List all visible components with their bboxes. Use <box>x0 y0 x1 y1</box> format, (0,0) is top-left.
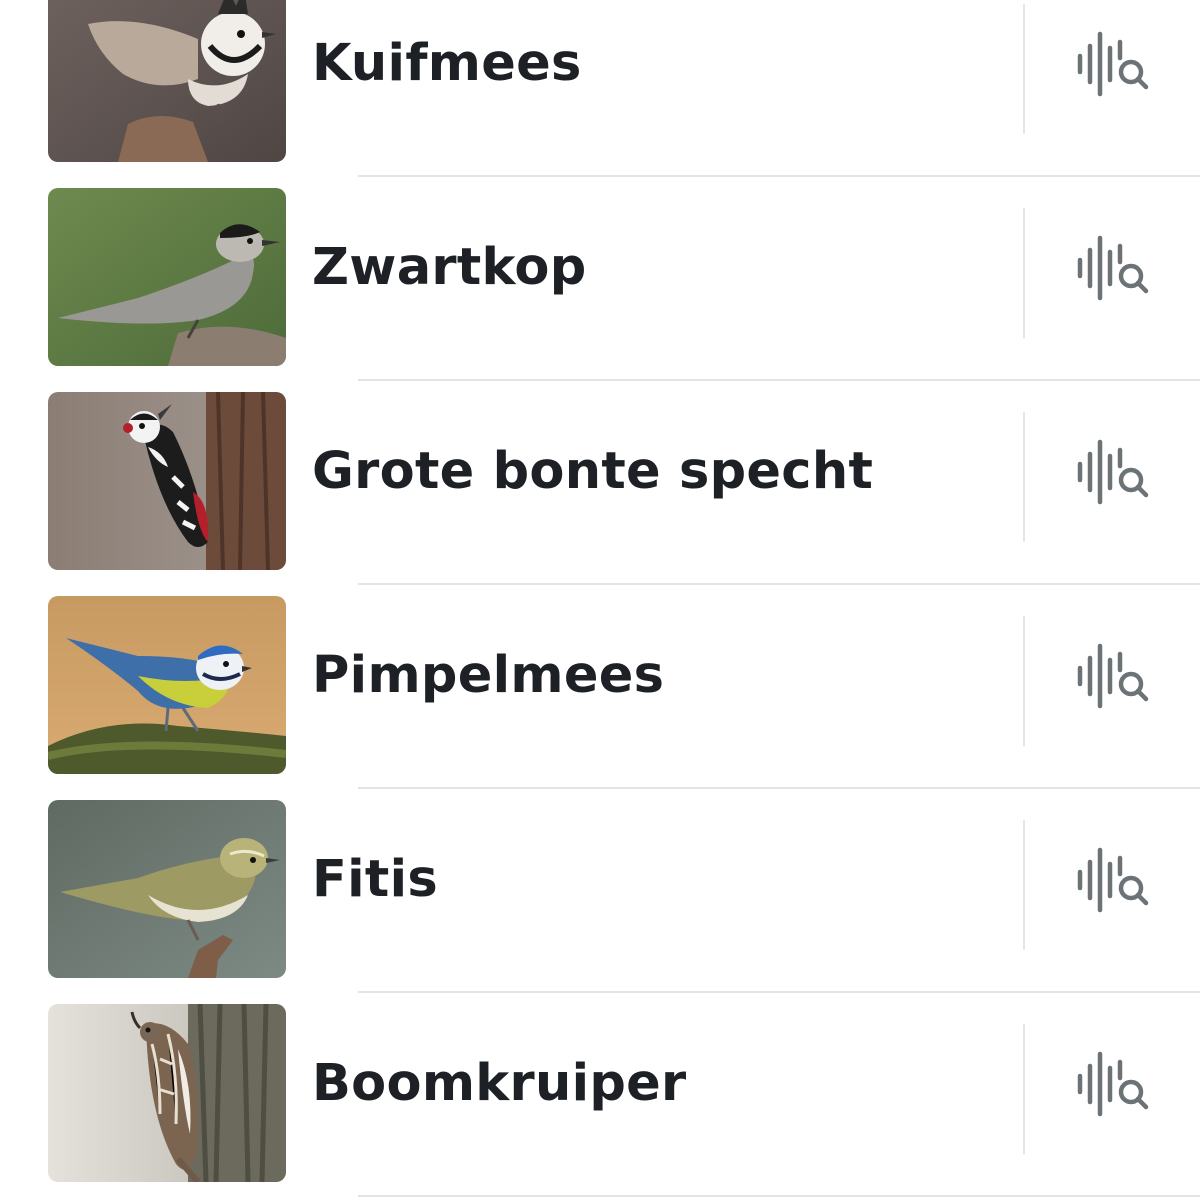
bird-photo-kuifmees <box>48 0 286 162</box>
sound-search-button[interactable] <box>1068 838 1158 928</box>
sound-search-icon <box>1068 1042 1158 1132</box>
divider <box>1023 820 1025 950</box>
bird-name: Kuifmees <box>312 34 582 93</box>
divider <box>1023 616 1025 746</box>
bird-name: Boomkruiper <box>312 1054 687 1113</box>
sound-search-icon <box>1068 634 1158 724</box>
divider <box>1023 208 1025 338</box>
bird-photo-grote-bonte-specht <box>48 392 286 570</box>
sound-search-icon <box>1068 22 1158 112</box>
list-item[interactable]: Grote bonte specht <box>0 392 1200 596</box>
sound-search-button[interactable] <box>1068 1042 1158 1132</box>
list-item[interactable]: Boomkruiper <box>0 1004 1200 1200</box>
bird-photo-boomkruiper <box>48 1004 286 1182</box>
sound-search-icon <box>1068 430 1158 520</box>
row-separator <box>358 379 1200 381</box>
bird-species-list: Kuifmees Zwartkop Grote bonte specht Pim… <box>0 0 1200 1200</box>
bird-name: Zwartkop <box>312 238 587 297</box>
bird-photo-fitis <box>48 800 286 978</box>
row-separator <box>358 1195 1200 1197</box>
sound-search-button[interactable] <box>1068 634 1158 724</box>
divider <box>1023 4 1025 134</box>
list-item[interactable]: Zwartkop <box>0 188 1200 392</box>
sound-search-button[interactable] <box>1068 430 1158 520</box>
list-item[interactable]: Pimpelmees <box>0 596 1200 800</box>
list-item[interactable]: Kuifmees <box>0 0 1200 188</box>
bird-photo-zwartkop <box>48 188 286 366</box>
bird-name: Pimpelmees <box>312 646 665 705</box>
row-separator <box>358 175 1200 177</box>
bird-name: Fitis <box>312 850 439 909</box>
sound-search-icon <box>1068 226 1158 316</box>
sound-search-button[interactable] <box>1068 22 1158 112</box>
divider <box>1023 412 1025 542</box>
bird-photo-pimpelmees <box>48 596 286 774</box>
row-separator <box>358 787 1200 789</box>
row-separator <box>358 991 1200 993</box>
sound-search-icon <box>1068 838 1158 928</box>
row-separator <box>358 583 1200 585</box>
sound-search-button[interactable] <box>1068 226 1158 316</box>
list-item[interactable]: Fitis <box>0 800 1200 1004</box>
divider <box>1023 1024 1025 1154</box>
bird-name: Grote bonte specht <box>312 442 874 501</box>
